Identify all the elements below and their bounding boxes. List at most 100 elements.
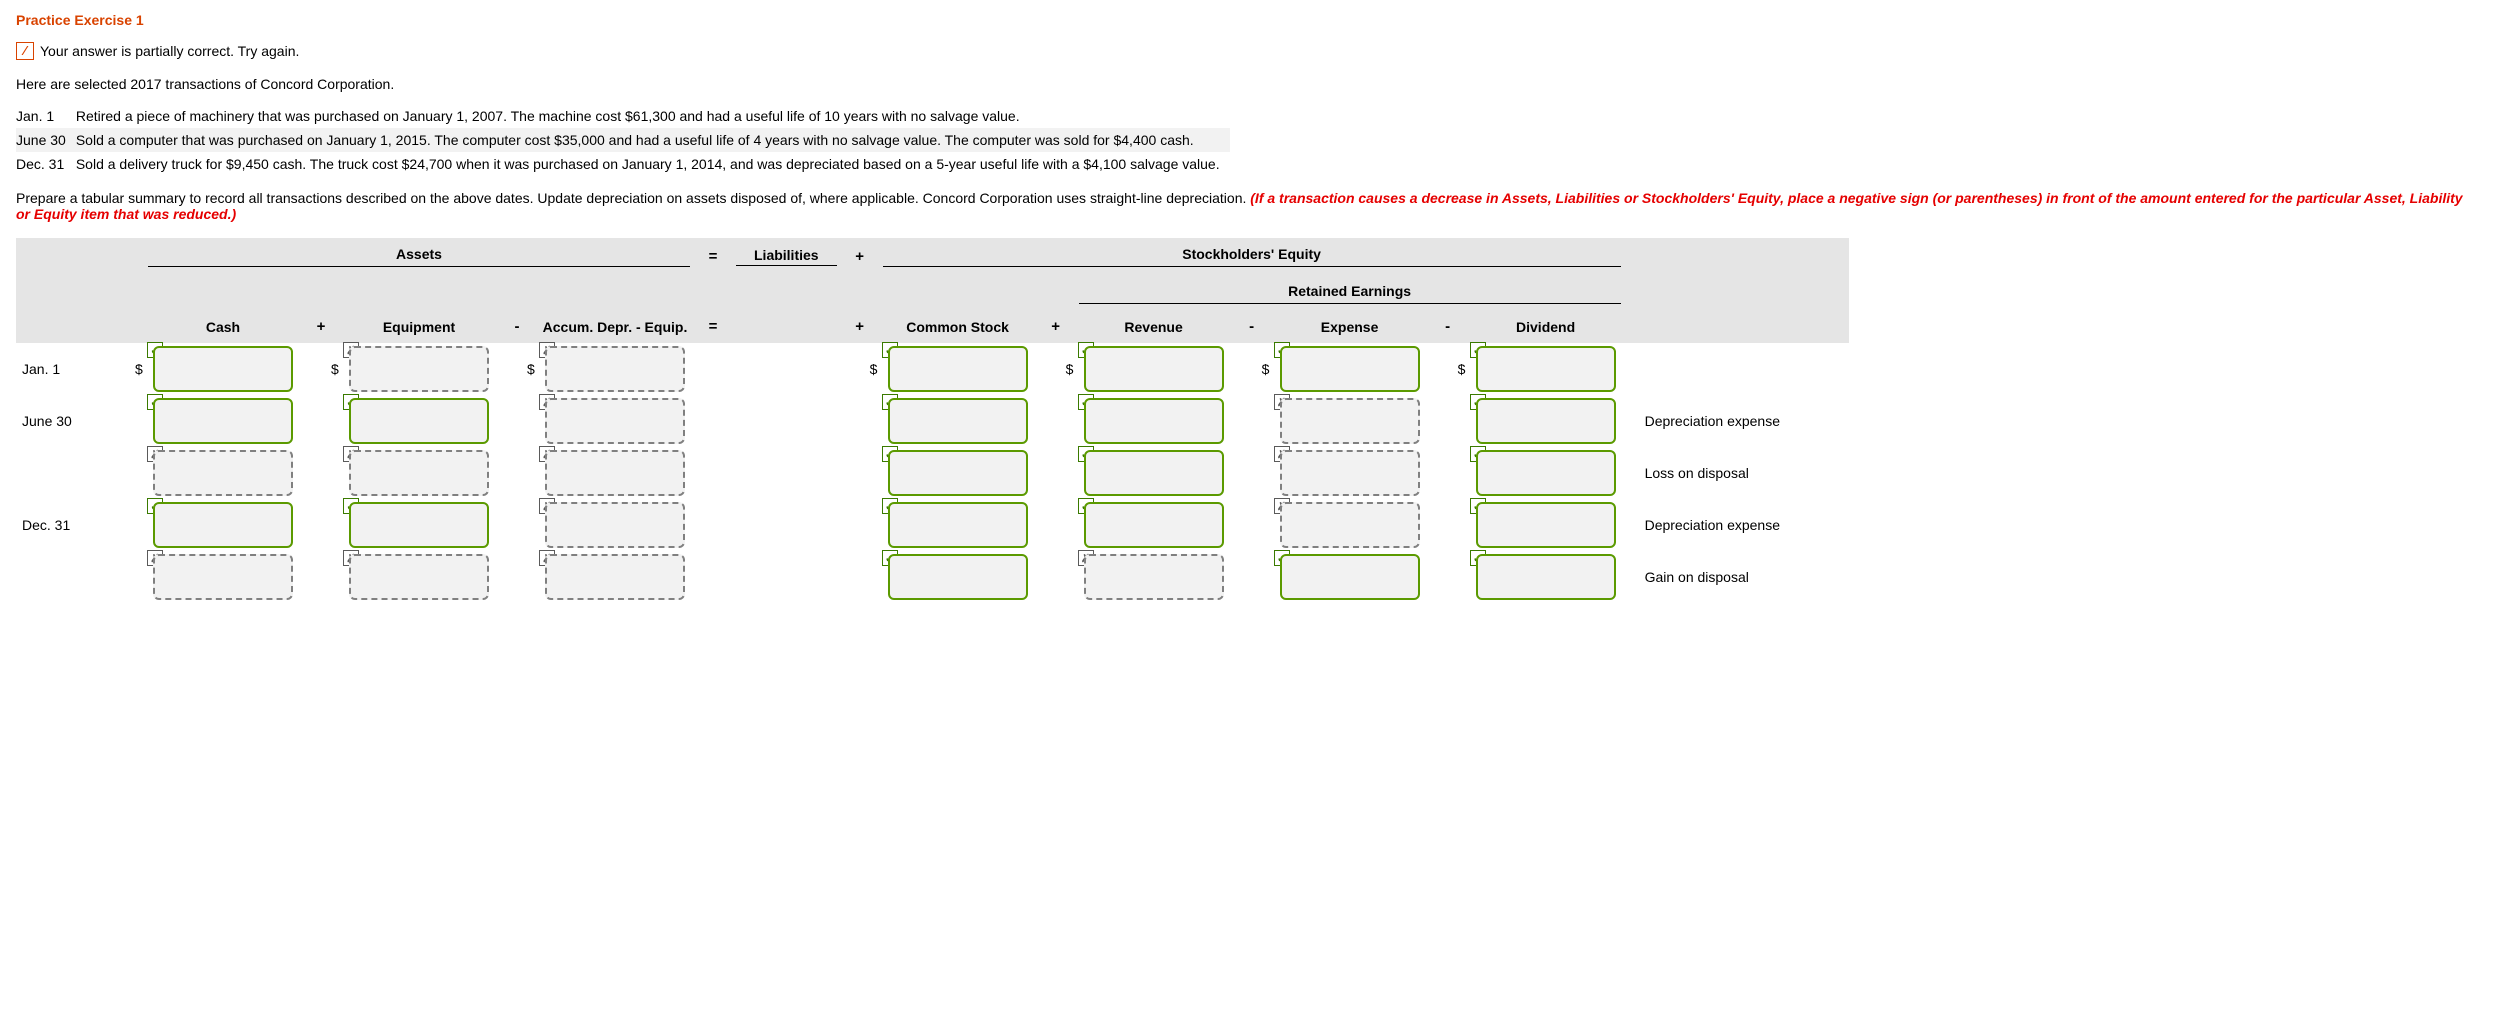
eq-sign: = bbox=[694, 312, 732, 343]
answer-cell: ✓ bbox=[888, 554, 1028, 600]
answer-input[interactable] bbox=[549, 558, 693, 596]
plus-sign: + bbox=[841, 238, 879, 275]
answer-cell: ✗ bbox=[1280, 450, 1420, 496]
answer-input[interactable] bbox=[892, 402, 1036, 440]
txn-date: June 30 bbox=[16, 128, 76, 152]
answer-input[interactable] bbox=[353, 350, 497, 388]
answer-cell: ✓ bbox=[1476, 554, 1616, 600]
answer-input[interactable] bbox=[1284, 558, 1428, 596]
answer-cell: ✓ bbox=[153, 502, 293, 548]
answer-cell: ✗ bbox=[545, 502, 685, 548]
dollar-sign: $ bbox=[1066, 361, 1074, 377]
answer-input[interactable] bbox=[549, 506, 693, 544]
hdr-div: Dividend bbox=[1467, 312, 1625, 343]
answer-input[interactable] bbox=[157, 506, 301, 544]
row-note: Depreciation expense bbox=[1625, 499, 1849, 551]
dollar-sign: $ bbox=[135, 361, 143, 377]
plus-sign: + bbox=[1037, 312, 1075, 343]
plus-sign: + bbox=[841, 312, 879, 343]
hdr-se: Stockholders' Equity bbox=[883, 246, 1621, 267]
answer-cell: ✓ bbox=[1084, 450, 1224, 496]
dollar-sign: $ bbox=[527, 361, 535, 377]
hdr-cash: Cash bbox=[144, 312, 302, 343]
answer-input[interactable] bbox=[1284, 454, 1428, 492]
answer-input[interactable] bbox=[892, 558, 1036, 596]
eq-sign: = bbox=[694, 238, 732, 275]
partial-correct-icon: ⁄ bbox=[16, 42, 34, 60]
answer-cell: ✗ bbox=[545, 554, 685, 600]
minus-sign: - bbox=[498, 312, 536, 343]
answer-cell: ✓ bbox=[888, 502, 1028, 548]
table-row: Dec. 31✓✓✗✓✓✗✓Depreciation expense bbox=[16, 499, 1849, 551]
answer-cell: ✓ bbox=[1476, 450, 1616, 496]
table-row: ✗✗✗✓✓✗✓Loss on disposal bbox=[16, 447, 1849, 499]
row-note: Depreciation expense bbox=[1625, 395, 1849, 447]
txn-text: Sold a computer that was purchased on Ja… bbox=[76, 128, 1230, 152]
answer-input[interactable] bbox=[353, 454, 497, 492]
plus-sign: + bbox=[302, 312, 340, 343]
answer-input[interactable] bbox=[892, 506, 1036, 544]
dollar-sign: $ bbox=[1458, 361, 1466, 377]
answer-cell: ✗ bbox=[153, 450, 293, 496]
summary-grid: Assets = Liabilities + Stockholders' Equ… bbox=[16, 238, 1849, 603]
answer-cell: ✗ bbox=[349, 450, 489, 496]
answer-input[interactable] bbox=[892, 454, 1036, 492]
answer-cell: ✗ bbox=[1280, 502, 1420, 548]
answer-cell: ✓$ bbox=[888, 346, 1028, 392]
answer-cell: ✓ bbox=[888, 398, 1028, 444]
table-row: Dec. 31 Sold a delivery truck for $9,450… bbox=[16, 152, 1230, 176]
answer-input[interactable] bbox=[892, 350, 1036, 388]
row-note: Loss on disposal bbox=[1625, 447, 1849, 499]
answer-input[interactable] bbox=[353, 402, 497, 440]
answer-cell: ✗$ bbox=[349, 346, 489, 392]
answer-input[interactable] bbox=[1088, 350, 1232, 388]
answer-input[interactable] bbox=[1480, 454, 1624, 492]
answer-cell: ✓ bbox=[1476, 502, 1616, 548]
answer-input[interactable] bbox=[157, 350, 301, 388]
row-label: June 30 bbox=[16, 395, 106, 447]
hdr-liabilities: Liabilities bbox=[736, 247, 837, 266]
answer-input[interactable] bbox=[353, 558, 497, 596]
answer-input[interactable] bbox=[1480, 350, 1624, 388]
row-label bbox=[16, 447, 106, 499]
minus-sign: - bbox=[1429, 312, 1467, 343]
answer-cell: ✓$ bbox=[1280, 346, 1420, 392]
answer-input[interactable] bbox=[549, 402, 693, 440]
txn-date: Jan. 1 bbox=[16, 104, 76, 128]
answer-input[interactable] bbox=[1088, 558, 1232, 596]
answer-input[interactable] bbox=[1284, 506, 1428, 544]
answer-input[interactable] bbox=[549, 454, 693, 492]
answer-input[interactable] bbox=[1284, 402, 1428, 440]
answer-cell: ✓ bbox=[349, 398, 489, 444]
answer-cell: ✗ bbox=[545, 450, 685, 496]
answer-input[interactable] bbox=[1480, 558, 1624, 596]
table-row: June 30 Sold a computer that was purchas… bbox=[16, 128, 1230, 152]
row-label: Dec. 31 bbox=[16, 499, 106, 551]
answer-input[interactable] bbox=[1088, 454, 1232, 492]
answer-input[interactable] bbox=[1480, 506, 1624, 544]
answer-cell: ✓$ bbox=[1476, 346, 1616, 392]
row-note: Gain on disposal bbox=[1625, 551, 1849, 603]
table-row: Jan. 1✓$✗$✗$✓$✓$✓$✓$ bbox=[16, 343, 1849, 395]
answer-input[interactable] bbox=[1088, 506, 1232, 544]
answer-input[interactable] bbox=[157, 402, 301, 440]
answer-cell: ✓ bbox=[349, 502, 489, 548]
answer-input[interactable] bbox=[549, 350, 693, 388]
answer-input[interactable] bbox=[1480, 402, 1624, 440]
table-row: ✗✗✗✓✗✓✓Gain on disposal bbox=[16, 551, 1849, 603]
transactions-table: Jan. 1 Retired a piece of machinery that… bbox=[16, 104, 1230, 176]
table-row: June 30✓✓✗✓✓✗✓Depreciation expense bbox=[16, 395, 1849, 447]
answer-input[interactable] bbox=[1088, 402, 1232, 440]
dollar-sign: $ bbox=[870, 361, 878, 377]
prepare-text: Prepare a tabular summary to record all … bbox=[16, 190, 2478, 222]
answer-input[interactable] bbox=[353, 506, 497, 544]
answer-cell: ✓ bbox=[1280, 554, 1420, 600]
hdr-rev: Revenue bbox=[1075, 312, 1233, 343]
answer-input[interactable] bbox=[157, 558, 301, 596]
minus-sign: - bbox=[1233, 312, 1271, 343]
answer-input[interactable] bbox=[157, 454, 301, 492]
answer-cell: ✗ bbox=[545, 398, 685, 444]
answer-cell: ✓$ bbox=[1084, 346, 1224, 392]
answer-input[interactable] bbox=[1284, 350, 1428, 388]
hdr-ad: Accum. Depr. - Equip. bbox=[536, 312, 694, 343]
